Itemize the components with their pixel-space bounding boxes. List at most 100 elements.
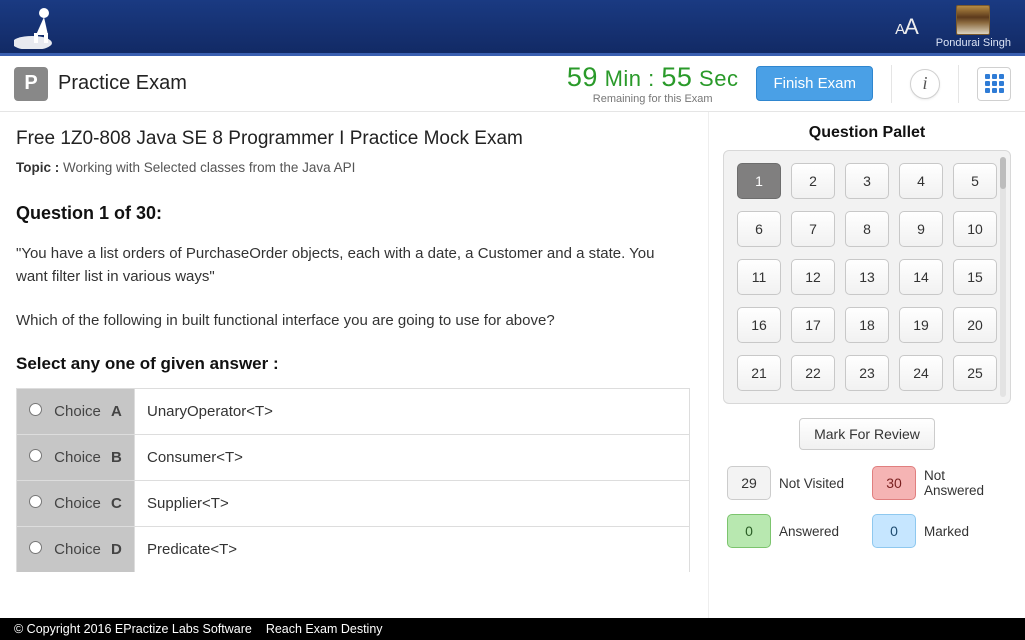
pallet-question-button[interactable]: 17 (791, 307, 835, 343)
pallet-heading: Question Pallet (723, 124, 1011, 142)
app-bar-right: 59 Min : 55 Sec Remaining for this Exam … (567, 62, 1011, 105)
pallet-question-button[interactable]: 5 (953, 163, 997, 199)
pallet-question-button[interactable]: 6 (737, 211, 781, 247)
choice-row: Choice A UnaryOperator<T> (17, 388, 690, 434)
pallet-question-button[interactable]: 24 (899, 355, 943, 391)
choice-value: Consumer<T> (135, 434, 690, 480)
choice-cell-label[interactable]: Choice C (17, 480, 135, 526)
scrollbar-thumb[interactable] (1000, 157, 1006, 189)
pallet-question-button[interactable]: 10 (953, 211, 997, 247)
pallet-question-button[interactable]: 4 (899, 163, 943, 199)
page-title: Practice Exam (58, 72, 187, 95)
font-resize-icon[interactable]: AA (895, 14, 918, 40)
pallet-question-button[interactable]: 23 (845, 355, 889, 391)
choice-letter: B (111, 449, 122, 466)
choice-value: Supplier<T> (135, 480, 690, 526)
topic-line: Topic : Working with Selected classes fr… (16, 160, 688, 175)
question-content: Free 1Z0-808 Java SE 8 Programmer I Prac… (0, 112, 709, 618)
finish-exam-button[interactable]: Finish Exam (756, 66, 873, 101)
choice-letter: D (111, 541, 122, 558)
legend-not-visited-count: 29 (727, 466, 771, 500)
question-pallet: Question Pallet 123456789101112131415161… (709, 112, 1025, 618)
divider (958, 65, 959, 103)
timer-subtext: Remaining for this Exam (567, 93, 739, 105)
main: Free 1Z0-808 Java SE 8 Programmer I Prac… (0, 112, 1025, 618)
choice-cell-label[interactable]: Choice B (17, 434, 135, 480)
pallet-question-button[interactable]: 2 (791, 163, 835, 199)
pallet-question-button[interactable]: 21 (737, 355, 781, 391)
pallet-question-button[interactable]: 12 (791, 259, 835, 295)
timer-min-value: 59 (567, 62, 598, 92)
choice-value: Predicate<T> (135, 526, 690, 572)
pallet-question-button[interactable]: 8 (845, 211, 889, 247)
legend-answered-count: 0 (727, 514, 771, 548)
pallet-question-button[interactable]: 14 (899, 259, 943, 295)
select-heading: Select any one of given answer : (16, 354, 688, 374)
choice-row: Choice D Predicate<T> (17, 526, 690, 572)
choice-cell-label[interactable]: Choice D (17, 526, 135, 572)
choice-radio[interactable] (29, 449, 42, 462)
timer: 59 Min : 55 Sec Remaining for this Exam (567, 62, 739, 105)
timer-sec-unit: Sec (699, 66, 738, 91)
choice-row: Choice C Supplier<T> (17, 480, 690, 526)
pallet-question-button[interactable]: 3 (845, 163, 889, 199)
exam-title: Free 1Z0-808 Java SE 8 Programmer I Prac… (16, 128, 688, 150)
footer-copyright: © Copyright 2016 EPractize Labs Software (14, 622, 252, 636)
choice-word: Choice (54, 495, 101, 512)
question-paragraph-2: Which of the following in built function… (16, 309, 676, 332)
apps-grid-icon[interactable] (977, 67, 1011, 101)
pallet-question-button[interactable]: 7 (791, 211, 835, 247)
top-bar-right: AA Pondurai Singh (895, 5, 1011, 49)
pallet-question-button[interactable]: 13 (845, 259, 889, 295)
pallet-question-button[interactable]: 20 (953, 307, 997, 343)
timer-sep: : (648, 66, 661, 91)
topic-label: Topic : (16, 160, 59, 175)
footer: © Copyright 2016 EPractize Labs Software… (0, 618, 1025, 640)
pallet-question-button[interactable]: 16 (737, 307, 781, 343)
question-paragraph-1: "You have a list orders of PurchaseOrder… (16, 242, 676, 289)
legend-not-answered-count: 30 (872, 466, 916, 500)
timer-sec-value: 55 (661, 62, 692, 92)
pallet-question-button[interactable]: 1 (737, 163, 781, 199)
legend-answered-label: Answered (779, 524, 864, 539)
choice-word: Choice (54, 403, 101, 420)
choice-cell-label[interactable]: Choice A (17, 388, 135, 434)
pallet-question-button[interactable]: 19 (899, 307, 943, 343)
pallet-question-button[interactable]: 22 (791, 355, 835, 391)
choice-radio[interactable] (29, 403, 42, 416)
pallet-question-button[interactable]: 15 (953, 259, 997, 295)
divider (891, 65, 892, 103)
choice-table: Choice A UnaryOperator<T> Choice B Consu… (16, 388, 690, 572)
choice-radio[interactable] (29, 495, 42, 508)
pallet-box: 1234567891011121314151617181920212223242… (723, 150, 1011, 404)
scrollbar[interactable] (1000, 157, 1006, 397)
pallet-question-button[interactable]: 25 (953, 355, 997, 391)
app-bar-left: P Practice Exam (14, 67, 187, 101)
mark-for-review-button[interactable]: Mark For Review (799, 418, 935, 450)
practice-badge-icon: P (14, 67, 48, 101)
choice-value: UnaryOperator<T> (135, 388, 690, 434)
question-heading: Question 1 of 30: (16, 203, 688, 224)
choice-word: Choice (54, 541, 101, 558)
avatar (956, 5, 990, 35)
user-block[interactable]: Pondurai Singh (936, 5, 1011, 49)
pallet-question-button[interactable]: 18 (845, 307, 889, 343)
choice-word: Choice (54, 449, 101, 466)
pallet-grid: 1234567891011121314151617181920212223242… (736, 163, 998, 391)
footer-tagline-link[interactable]: Reach Exam Destiny (266, 622, 383, 636)
choice-radio[interactable] (29, 541, 42, 554)
legend-not-visited-label: Not Visited (779, 476, 864, 491)
top-bar-left (14, 5, 68, 49)
legend-marked-label: Marked (924, 524, 1007, 539)
timer-min-unit: Min (605, 66, 642, 91)
app-bar: P Practice Exam 59 Min : 55 Sec Remainin… (0, 56, 1025, 112)
topic-value: Working with Selected classes from the J… (63, 160, 355, 175)
choice-letter: A (111, 403, 122, 420)
pallet-question-button[interactable]: 9 (899, 211, 943, 247)
legend-not-answered-label: Not Answered (924, 468, 1007, 498)
app-logo-icon (14, 5, 68, 49)
pallet-question-button[interactable]: 11 (737, 259, 781, 295)
legend-marked-count: 0 (872, 514, 916, 548)
top-bar: AA Pondurai Singh (0, 0, 1025, 56)
info-icon[interactable]: i (910, 69, 940, 99)
